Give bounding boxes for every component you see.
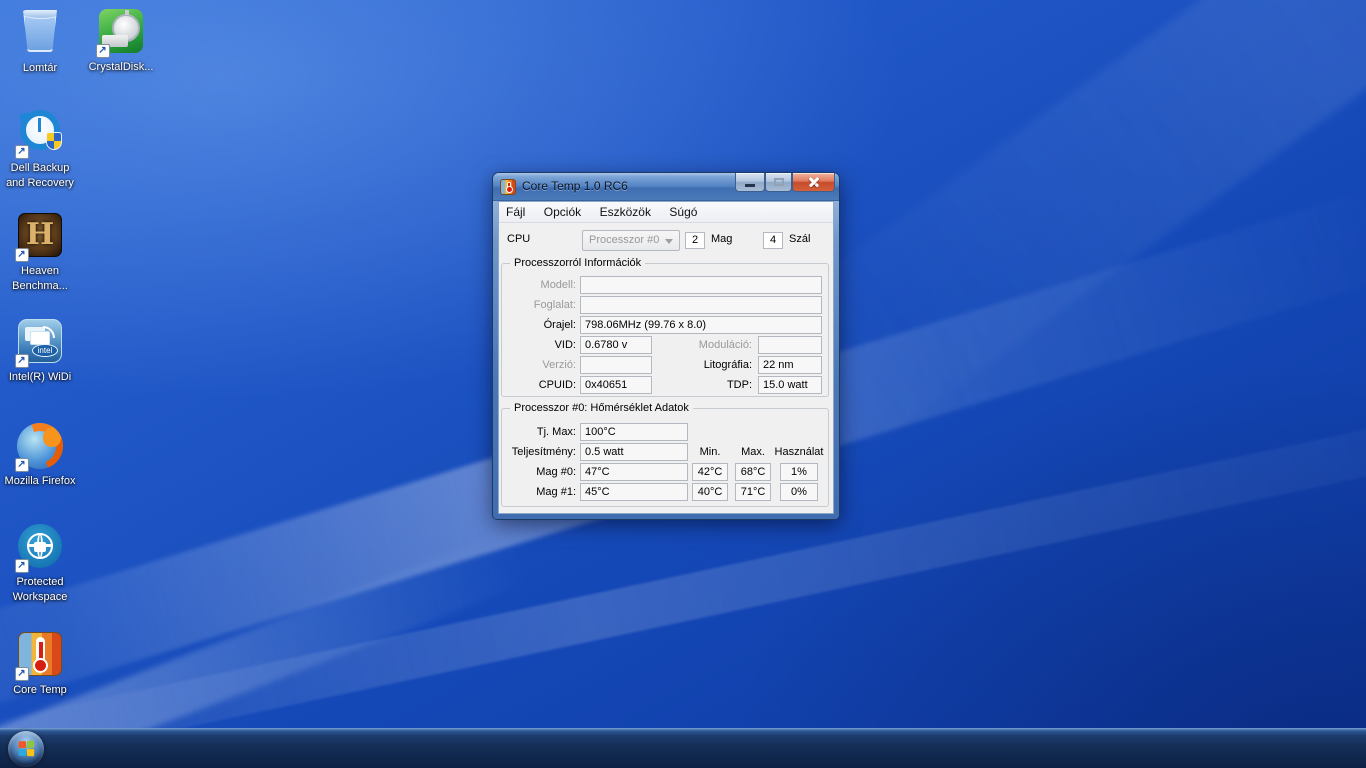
revision-value (580, 356, 652, 374)
core1-load: 0% (780, 483, 818, 501)
desktop-icon-intel-widi[interactable]: intel ↗ Intel(R) WiDi (0, 318, 80, 385)
start-button[interactable] (8, 731, 44, 767)
group-title: Processzor #0: Hőmérséklet Adatok (510, 401, 693, 416)
processor-select-value: Processzor #0 (589, 234, 659, 246)
menu-file[interactable]: Fájl (499, 202, 532, 219)
desktop-icon-firefox[interactable]: ↗ Mozilla Firefox (0, 423, 80, 489)
thread-count-box: 4 (763, 232, 783, 249)
shortcut-arrow-icon: ↗ (15, 559, 29, 573)
window-client-area: Fájl Opciók Eszközök Súgó CPU Processzor… (498, 201, 834, 514)
minimize-icon (745, 184, 755, 187)
core0-temp: 47°C (580, 463, 688, 481)
menu-bar: Fájl Opciók Eszközök Súgó (499, 202, 833, 223)
maximize-button[interactable] (765, 173, 792, 192)
field-label: CPUID: (504, 376, 576, 394)
lithography-value: 22 nm (758, 356, 822, 374)
processor-select[interactable]: Processzor #0 (582, 230, 680, 251)
minimize-button[interactable] (735, 173, 765, 192)
core-count-unit: Mag (711, 233, 732, 245)
core-count-box: 2 (685, 232, 705, 249)
icon-label: Intel(R) WiDi (0, 370, 80, 385)
desktop-icon-recycle-bin[interactable]: Lomtár (0, 8, 80, 76)
vid-value: 0.6780 v (580, 336, 652, 354)
power-value: 0.5 watt (580, 443, 688, 461)
cpuid-value: 0x40651 (580, 376, 652, 394)
tdp-value: 15.0 watt (758, 376, 822, 394)
field-label: Mag #0: (504, 463, 576, 481)
column-header-min: Min. (686, 444, 734, 460)
field-label: Tj. Max: (504, 423, 576, 441)
taskbar: e » (0, 728, 1366, 768)
shortcut-arrow-icon: ↗ (15, 458, 29, 472)
field-label: Teljesítmény: (502, 443, 576, 461)
icon-label: and Recovery (0, 176, 80, 191)
chevron-down-icon (665, 239, 673, 244)
menu-tools[interactable]: Eszközök (593, 202, 658, 219)
shortcut-arrow-icon: ↗ (15, 145, 29, 159)
icon-label: Heaven (0, 264, 80, 279)
desktop-icon-core-temp[interactable]: ↗ Core Temp (0, 631, 80, 698)
heaven-benchmark-icon: H ↗ (17, 213, 64, 260)
model-value (580, 276, 822, 294)
firefox-icon: ↗ (17, 423, 64, 470)
shortcut-arrow-icon: ↗ (96, 44, 110, 58)
core-temp-icon: ↗ (17, 632, 64, 679)
core0-max: 68°C (735, 463, 771, 481)
icon-label: Benchma... (0, 279, 80, 294)
windows-logo-icon (19, 741, 35, 757)
desktop-icon-heaven-benchmark[interactable]: H ↗ Heaven Benchma... (0, 212, 80, 294)
tjmax-value: 100°C (580, 423, 688, 441)
core1-max: 71°C (735, 483, 771, 501)
window-core-temp-icon (500, 179, 516, 195)
desktop-icon-protected-workspace[interactable]: ↗ Protected Workspace (0, 523, 80, 605)
icon-label: Lomtár (0, 61, 80, 76)
recycle-bin-icon (17, 10, 64, 57)
core0-min: 42°C (692, 463, 728, 481)
icon-label: Core Temp (0, 683, 80, 698)
window-title: Core Temp 1.0 RC6 (522, 179, 628, 193)
field-label: Verzió: (504, 356, 576, 374)
icon-label: Dell Backup (0, 161, 80, 176)
protected-workspace-icon: ↗ (17, 524, 64, 571)
thread-count-unit: Szál (789, 233, 810, 245)
shortcut-arrow-icon: ↗ (15, 248, 29, 262)
maximize-icon (774, 178, 784, 186)
frequency-value: 798.06MHz (99.76 x 8.0) (580, 316, 822, 334)
core-temp-window: Core Temp 1.0 RC6 Fájl Opciók Eszközök S… (493, 173, 839, 519)
crystaldiskmark-icon: ↗ (98, 9, 145, 56)
title-bar[interactable]: Core Temp 1.0 RC6 (493, 173, 839, 201)
socket-value (580, 296, 822, 314)
processor-info-group: Processzorról Információk Modell: Foglal… (501, 263, 829, 397)
shortcut-arrow-icon: ↗ (15, 354, 29, 368)
field-label: TDP: (652, 376, 752, 394)
intel-widi-icon: intel ↗ (17, 319, 64, 366)
field-label: VID: (504, 336, 576, 354)
menu-options[interactable]: Opciók (537, 202, 588, 219)
field-label: Mag #1: (504, 483, 576, 501)
cpu-label: CPU (507, 233, 530, 245)
icon-label: Protected (0, 575, 80, 590)
temperature-group: Processzor #0: Hőmérséklet Adatok Tj. Ma… (501, 408, 829, 507)
shortcut-arrow-icon: ↗ (15, 667, 29, 681)
field-label: Modell: (504, 276, 576, 294)
core1-min: 40°C (692, 483, 728, 501)
icon-label: Mozilla Firefox (0, 474, 80, 489)
desktop-icon-dell-backup[interactable]: ↗ Dell Backup and Recovery (0, 108, 80, 191)
menu-help[interactable]: Súgó (662, 202, 704, 219)
modulation-value (758, 336, 822, 354)
field-label: Foglalat: (504, 296, 576, 314)
dell-backup-icon: ↗ (17, 110, 64, 157)
icon-label: Workspace (0, 590, 80, 605)
core1-temp: 45°C (580, 483, 688, 501)
column-header-usage: Használat (770, 444, 828, 460)
field-label: Litográfia: (652, 356, 752, 374)
desktop: Lomtár ↗ CrystalDisk... ↗ Dell Backup an… (0, 0, 1366, 768)
close-button[interactable] (792, 173, 835, 192)
field-label: Órajel: (504, 316, 576, 334)
field-label: Moduláció: (652, 336, 752, 354)
desktop-icon-crystaldiskmark[interactable]: ↗ CrystalDisk... (81, 8, 161, 75)
icon-label: CrystalDisk... (81, 60, 161, 75)
group-title: Processzorról Információk (510, 256, 645, 271)
core0-load: 1% (780, 463, 818, 481)
